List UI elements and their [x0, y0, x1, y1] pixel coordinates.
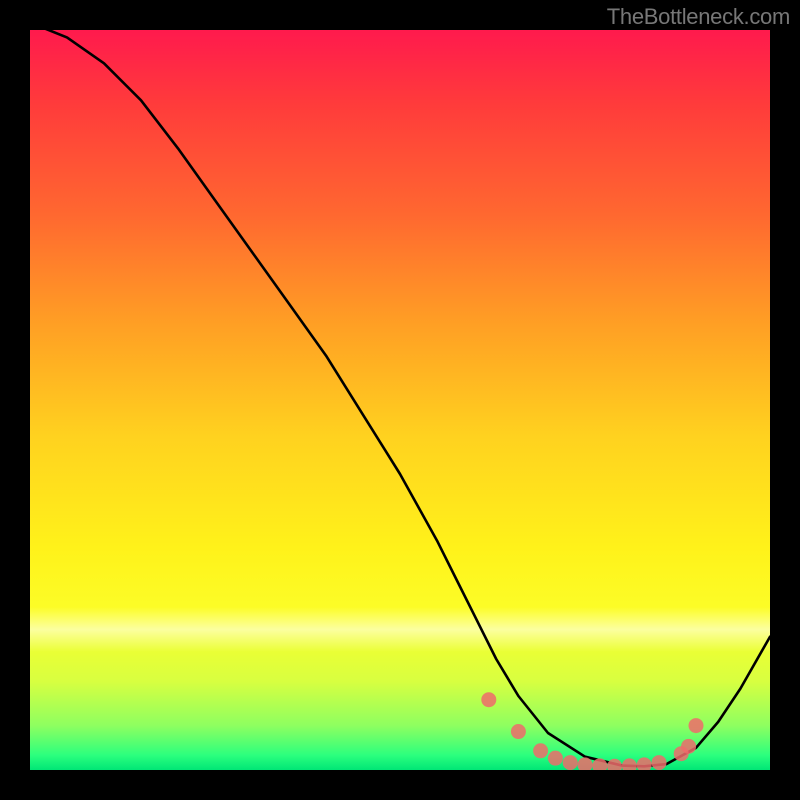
- marker-point: [533, 743, 548, 758]
- highlight-markers: [481, 692, 703, 770]
- marker-point: [681, 739, 696, 754]
- marker-point: [622, 758, 637, 770]
- chart-overlay: [30, 30, 770, 770]
- marker-point: [511, 724, 526, 739]
- bottleneck-curve: [30, 30, 770, 766]
- chart-frame: TheBottleneck.com: [0, 0, 800, 800]
- white-highlight-band: [30, 607, 770, 651]
- marker-point: [481, 692, 496, 707]
- marker-point: [637, 757, 652, 770]
- marker-point: [607, 759, 622, 770]
- watermark-text: TheBottleneck.com: [607, 6, 790, 28]
- marker-point: [548, 751, 563, 766]
- marker-point: [563, 755, 578, 770]
- marker-point: [674, 746, 689, 761]
- marker-point: [689, 718, 704, 733]
- marker-point: [592, 758, 607, 770]
- plot-area: [30, 30, 770, 770]
- marker-point: [652, 755, 667, 770]
- marker-point: [578, 757, 593, 770]
